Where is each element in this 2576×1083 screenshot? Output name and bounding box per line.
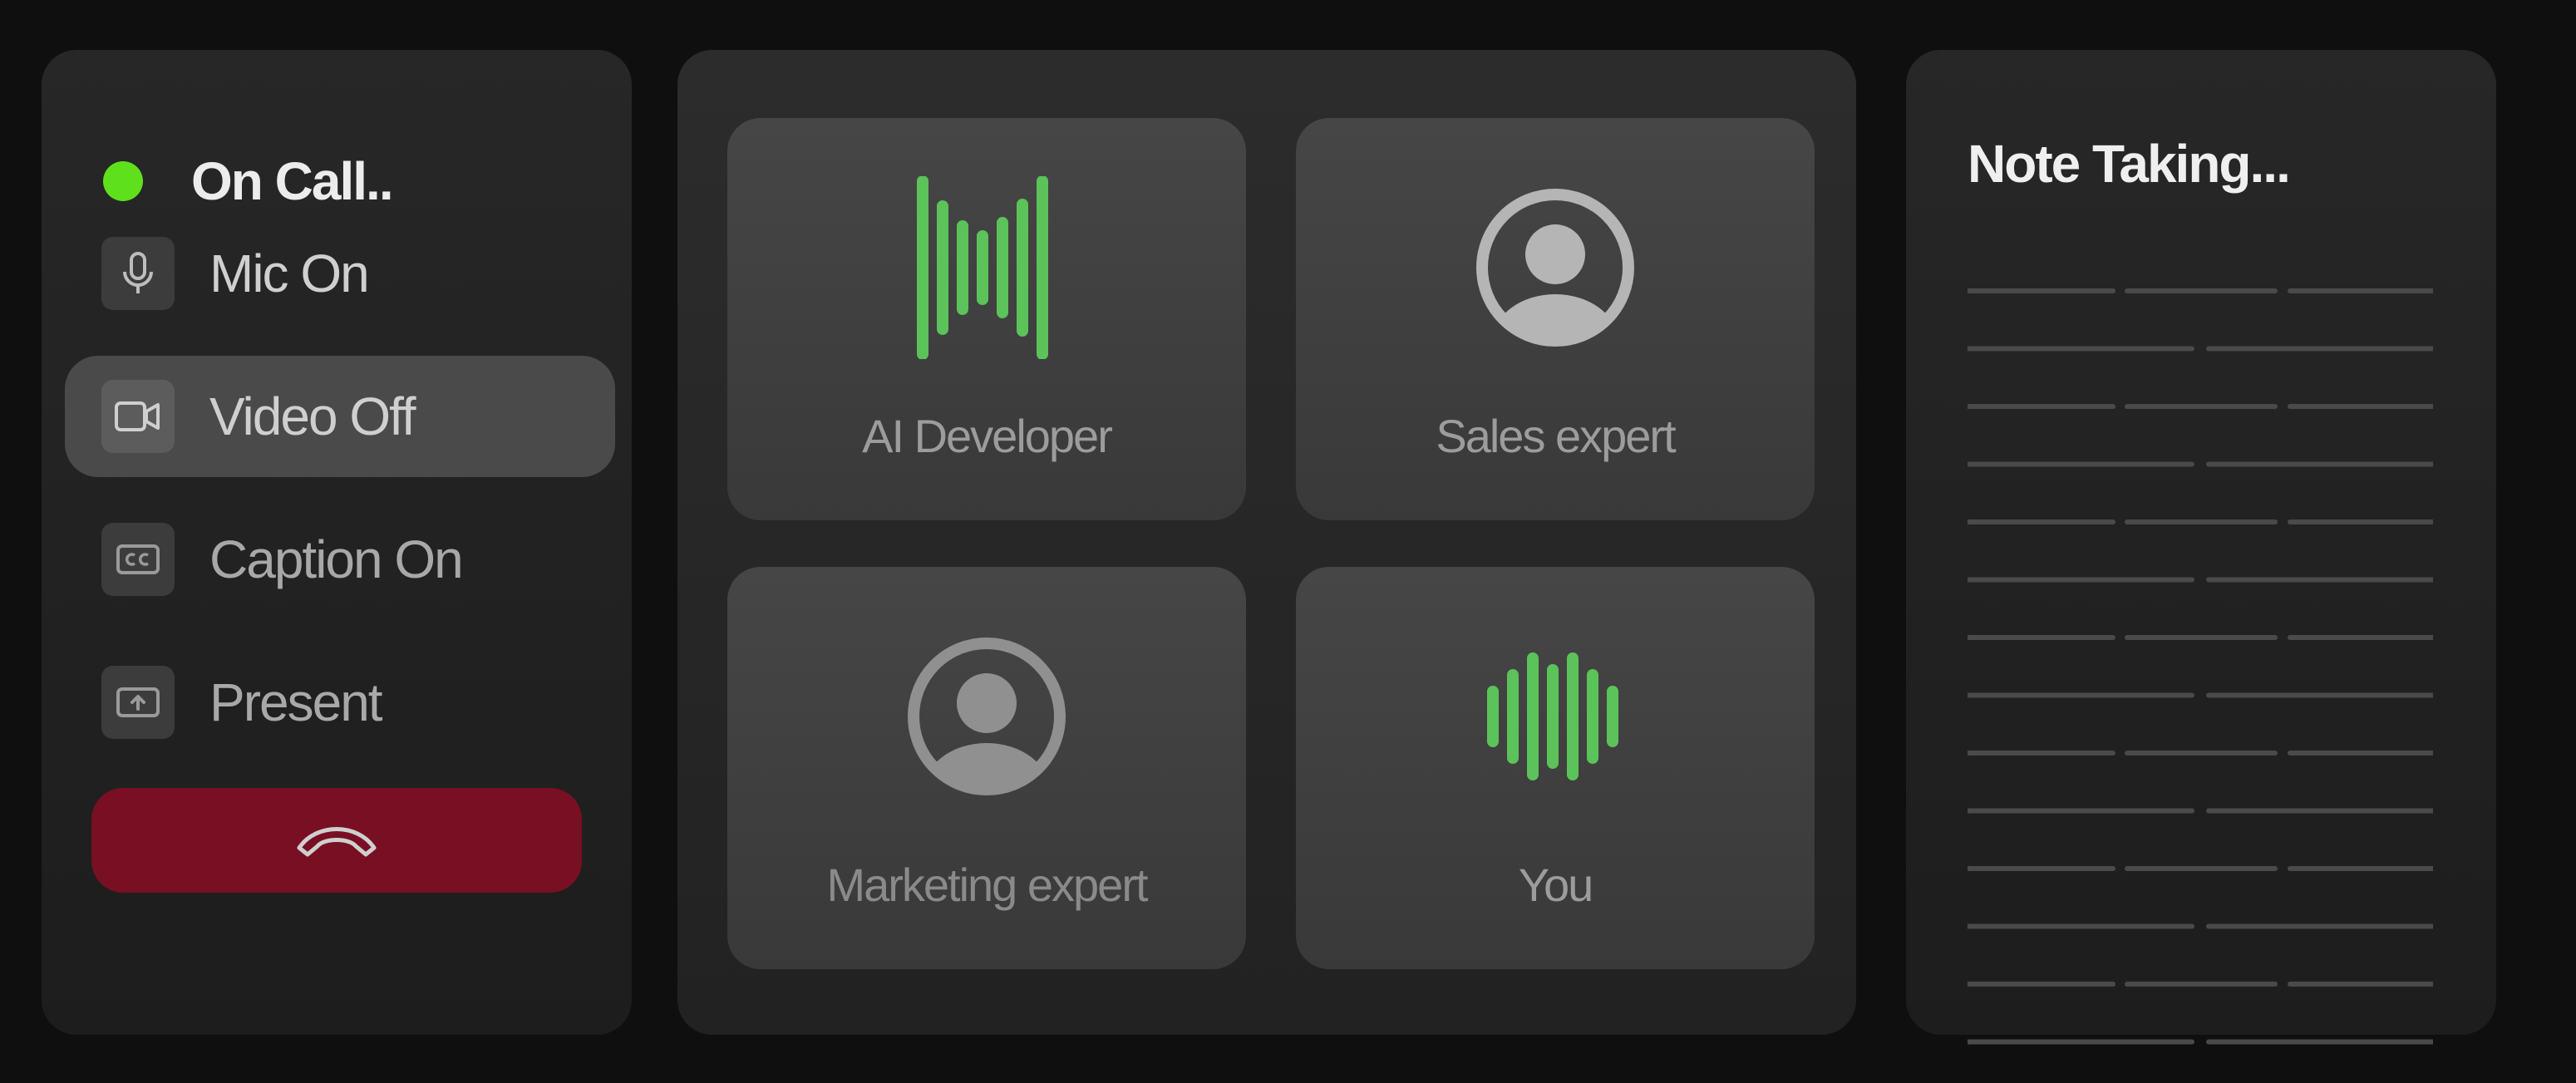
participants-panel: AI Developer Sales expert Marketing expe… — [677, 50, 1856, 1035]
call-controls-panel: On Call.. Mic On Video Off Caption On Pr… — [42, 50, 632, 1035]
closed-caption-icon — [101, 523, 175, 596]
phone-hangup-icon — [297, 827, 377, 857]
mic-toggle-label: Mic On — [209, 244, 370, 303]
participant-tile[interactable]: AI Developer — [727, 118, 1246, 520]
video-toggle-label: Video Off — [209, 386, 416, 446]
caption-toggle-label: Caption On — [209, 529, 464, 589]
hang-up-button[interactable] — [91, 788, 582, 893]
present-button[interactable]: Present — [65, 642, 615, 763]
participant-tile[interactable]: Sales expert — [1296, 118, 1815, 520]
note-placeholder-lines — [1968, 288, 2433, 1045]
participant-name: You — [1518, 859, 1594, 911]
user-avatar-icon — [727, 625, 1246, 808]
video-camera-icon — [101, 380, 175, 453]
present-label: Present — [209, 672, 383, 732]
video-toggle-button[interactable]: Video Off — [65, 356, 615, 477]
participant-name: Marketing expert — [826, 859, 1148, 911]
participant-tile[interactable]: You — [1296, 567, 1815, 969]
status-indicator-icon — [103, 161, 143, 201]
speaking-waveform-icon — [727, 176, 1246, 359]
participant-tile[interactable]: Marketing expert — [727, 567, 1246, 969]
present-screen-icon — [101, 666, 175, 739]
notes-panel: Note Taking... — [1906, 50, 2496, 1045]
mic-toggle-button[interactable]: Mic On — [65, 213, 615, 334]
call-status-label: On Call.. — [191, 151, 394, 211]
participant-name: Sales expert — [1436, 410, 1676, 462]
notes-title: Note Taking... — [1968, 134, 2291, 194]
user-avatar-icon — [1296, 176, 1815, 359]
participant-name: AI Developer — [862, 410, 1113, 462]
speaking-waveform-icon — [1296, 625, 1815, 808]
caption-toggle-button[interactable]: Caption On — [65, 499, 615, 620]
call-screen: On Call.. Mic On Video Off Caption On Pr… — [0, 0, 2576, 1083]
mic-icon — [101, 237, 175, 310]
